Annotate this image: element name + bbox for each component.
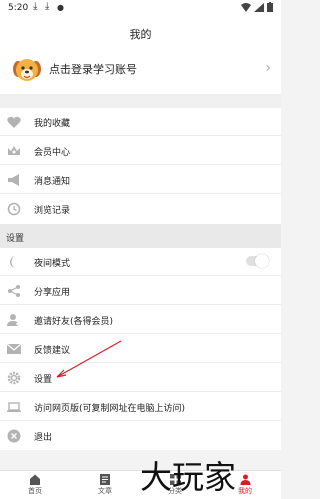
person-icon — [240, 474, 250, 485]
home-icon — [30, 474, 40, 485]
watermark: 大玩家 — [140, 458, 237, 496]
article-icon — [100, 474, 110, 485]
tab-articles[interactable]: 文章 — [77, 471, 133, 499]
annotation-arrow — [56, 340, 122, 378]
tab-label: 文章 — [98, 487, 112, 495]
tab-label: 首页 — [28, 487, 42, 495]
tab-label: 我的 — [238, 487, 252, 495]
tab-home[interactable]: 首页 — [7, 471, 63, 499]
